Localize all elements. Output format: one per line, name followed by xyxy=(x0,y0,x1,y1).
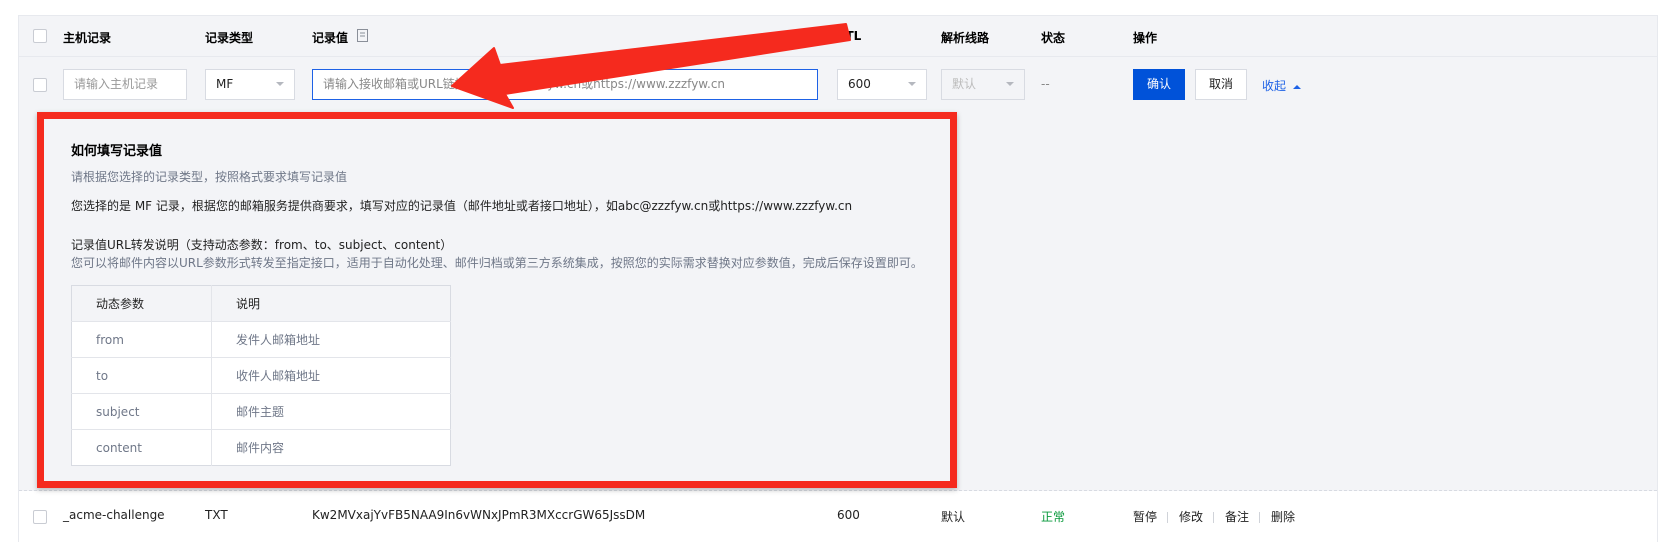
record-ttl: 600 xyxy=(837,508,860,522)
type-select[interactable]: MF xyxy=(205,69,295,100)
ttl-select[interactable]: 600 xyxy=(837,69,927,100)
record-value-input[interactable]: 请输入接收邮箱或URL链接，如abc@zzzfyw.cn或https://www… xyxy=(312,69,818,100)
col-status: 状态 xyxy=(1041,31,1066,45)
status-placeholder: -- xyxy=(1041,77,1050,91)
host-input[interactable]: 请输入主机记录 xyxy=(63,69,187,100)
col-actions: 操作 xyxy=(1133,31,1158,45)
record-type: TXT xyxy=(205,508,228,522)
cancel-button[interactable]: 取消 xyxy=(1195,69,1247,100)
chevron-down-icon xyxy=(908,82,916,86)
record-value: Kw2MVxajYvFB5NAA9In6vWNxJPmR3MXccrGW65Js… xyxy=(312,508,646,522)
type-select-value: MF xyxy=(216,77,234,91)
delete-link[interactable]: 删除 xyxy=(1271,508,1295,525)
collapse-link[interactable]: 收起 xyxy=(1262,77,1301,94)
col-line: 解析线路 xyxy=(941,31,990,45)
ttl-select-value: 600 xyxy=(848,77,871,91)
record-line: 默认 xyxy=(941,510,966,524)
copy-icon[interactable] xyxy=(357,29,368,42)
pause-link[interactable]: 暂停 xyxy=(1133,508,1157,525)
line-select[interactable]: 默认 xyxy=(941,69,1025,100)
divider xyxy=(1259,512,1260,523)
annotation-highlight-box xyxy=(37,112,957,488)
col-host: 主机记录 xyxy=(63,31,112,45)
chevron-up-icon xyxy=(1292,85,1301,89)
col-value: 记录值 xyxy=(312,31,349,45)
chevron-down-icon xyxy=(276,82,284,86)
record-host: _acme-challenge xyxy=(63,508,165,522)
collapse-label: 收起 xyxy=(1262,79,1287,93)
remark-link[interactable]: 备注 xyxy=(1225,508,1249,525)
chevron-down-icon xyxy=(1006,82,1014,86)
table-header: 主机记录 记录类型 记录值 TTL 解析线路 状态 操作 xyxy=(19,16,1657,57)
row-checkbox[interactable] xyxy=(33,78,47,92)
col-type: 记录类型 xyxy=(205,31,254,45)
edit-link[interactable]: 修改 xyxy=(1179,508,1203,525)
edit-row: 请输入主机记录 MF 请输入接收邮箱或URL链接，如abc@zzzfyw.cn或… xyxy=(19,57,1657,113)
line-select-value: 默认 xyxy=(952,77,977,91)
divider xyxy=(1213,512,1214,523)
row-checkbox[interactable] xyxy=(33,510,47,524)
status-badge: 正常 xyxy=(1041,510,1066,524)
col-ttl: TTL xyxy=(837,29,862,43)
confirm-button[interactable]: 确认 xyxy=(1133,69,1185,100)
table-row: _acme-challenge TXT Kw2MVxajYvFB5NAA9In6… xyxy=(19,491,1657,542)
divider xyxy=(1167,512,1168,523)
select-all-checkbox[interactable] xyxy=(33,29,47,43)
